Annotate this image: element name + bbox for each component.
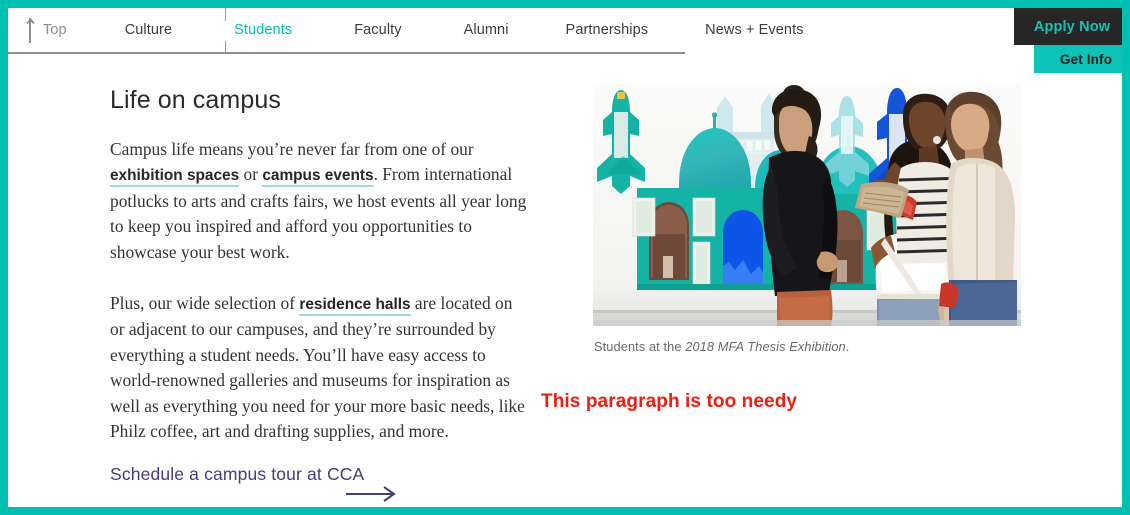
primary-navigation: Top Culture Students Faculty Alumni Part…	[8, 8, 1122, 54]
nav-item-culture[interactable]: Culture	[125, 22, 172, 38]
schedule-campus-tour-label: Schedule a campus tour at CCA	[110, 464, 365, 484]
page-frame: Top Culture Students Faculty Alumni Part…	[0, 0, 1130, 515]
caption-suffix: .	[845, 339, 850, 354]
review-annotation: This paragraph is too needy	[541, 391, 798, 412]
gallery-photo	[593, 84, 1021, 326]
nav-item-faculty[interactable]: Faculty	[354, 22, 401, 38]
page-canvas: Top Culture Students Faculty Alumni Part…	[8, 8, 1122, 507]
link-exhibition-spaces[interactable]: exhibition spaces	[110, 167, 240, 188]
link-residence-halls[interactable]: residence halls	[299, 296, 411, 317]
apply-now-button[interactable]: Apply Now	[1014, 8, 1122, 45]
caption-prefix: Students at the	[594, 339, 686, 354]
photo-caption: Students at the 2018 MFA Thesis Exhibiti…	[594, 339, 1024, 354]
nav-underline	[8, 52, 685, 54]
article-text-column: Life on campus Campus life means you’re …	[110, 86, 535, 470]
caption-italic: 2018 MFA Thesis Exhibition	[685, 339, 846, 354]
nav-item-students[interactable]: Students	[234, 22, 292, 38]
nav-item-news-events[interactable]: News + Events	[705, 22, 803, 38]
nav-item-top-label: Top	[43, 22, 67, 38]
get-info-label: Get Info	[1059, 51, 1113, 67]
nav-item-top[interactable]: Top	[24, 17, 67, 43]
link-campus-events[interactable]: campus events	[262, 167, 374, 188]
paragraph1-part1: Campus life means you’re never far from …	[110, 139, 474, 159]
apply-now-label: Apply Now	[1033, 18, 1111, 35]
page-title: Life on campus	[110, 86, 281, 114]
nav-item-alumni[interactable]: Alumni	[464, 22, 509, 38]
paragraph2-part1: Plus, our wide selection of	[110, 293, 300, 314]
nav-item-list: Top Culture Students Faculty Alumni Part…	[8, 8, 804, 52]
get-info-button[interactable]: Get Info	[1034, 45, 1122, 73]
paragraph-campus-life: Campus life means you’re never far from …	[110, 137, 530, 265]
schedule-campus-tour-link[interactable]: Schedule a campus tour at CCA	[110, 464, 410, 502]
paragraph-residence: Plus, our wide selection of residence ha…	[110, 291, 530, 444]
arrow-right-icon	[346, 486, 398, 502]
paragraph1-part2: or	[239, 164, 263, 185]
nav-item-partnerships[interactable]: Partnerships	[566, 22, 649, 38]
arrow-up-icon	[24, 17, 36, 43]
